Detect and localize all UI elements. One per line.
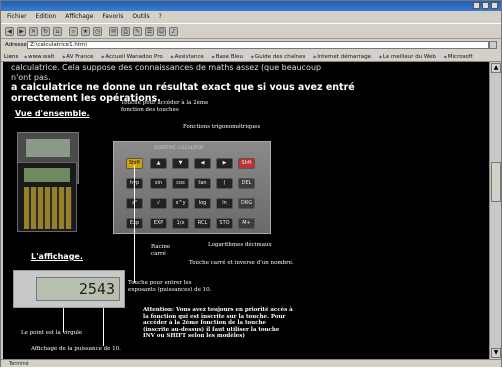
edit-icon[interactable]: ✎	[133, 27, 142, 36]
link-item[interactable]: Assistance	[170, 54, 203, 60]
connector-line	[134, 165, 135, 283]
key-tan: tan	[194, 178, 211, 189]
calculator-display-photo: 2543	[13, 270, 125, 308]
vertical-scrollbar[interactable]: ▲ ▼	[489, 62, 501, 359]
address-label: Adresse	[5, 42, 27, 48]
toolbar: ◀ ▶ ✕ ↻ ⌂ ⌕ ★ ◷ ✉ ⎙ ✎ ☰ ☺ ♪	[1, 23, 501, 39]
annotation-square: Touche carré et inverse d'un nombre.	[189, 260, 294, 266]
favorites-icon[interactable]: ★	[81, 27, 90, 36]
key-down: ▼	[172, 158, 189, 169]
annotation-log: Logarithmes décimaux	[208, 242, 272, 248]
key-mplus: M+	[238, 218, 255, 229]
key-drg: DRG	[238, 198, 255, 209]
messenger-icon[interactable]: ☺	[157, 27, 166, 36]
forward-icon[interactable]: ▶	[17, 27, 26, 36]
link-item[interactable]: Accueil Wanadoo Pro	[101, 54, 162, 60]
key-right: ▶	[216, 158, 233, 169]
menu-help[interactable]: ?	[159, 13, 162, 20]
search-icon[interactable]: ⌕	[69, 27, 78, 36]
menu-favoris[interactable]: Favoris	[102, 13, 123, 20]
refresh-icon[interactable]: ↻	[41, 27, 50, 36]
intro-text: calculatrice. Cela suppose des connaissa…	[11, 63, 322, 72]
mail-icon[interactable]: ✉	[109, 27, 118, 36]
annotation-trig: Fonctions trigonométriques	[183, 124, 261, 130]
link-item[interactable]: AV France	[62, 54, 93, 60]
discuss-icon[interactable]: ☰	[145, 27, 154, 36]
back-icon[interactable]: ◀	[5, 27, 14, 36]
key-del: DEL	[238, 178, 255, 189]
links-label: Liens	[4, 54, 19, 60]
annotation-shift: Touche pour accéder à la 2ème fonction d…	[121, 100, 209, 113]
calculator-brand: SCIENTIFIC CALCULATOR	[154, 145, 204, 150]
key-power: x^y	[172, 198, 189, 209]
address-bar: Adresse Z:\calculatrice1.html	[1, 39, 501, 51]
annotation-attention: Attention: Vous avez toujours en priorit…	[143, 307, 293, 339]
link-item[interactable]: Internet démarrage	[313, 54, 371, 60]
menu-edition[interactable]: Edition	[36, 13, 57, 20]
scroll-up-icon[interactable]: ▲	[491, 63, 501, 73]
annotation-exp: Touche pour entrer les exposants (puissa…	[128, 280, 212, 293]
key-paren: (	[216, 178, 233, 189]
warning-text: a calculatrice ne donne un résultat exac…	[11, 82, 355, 93]
status-bar: Terminé	[1, 359, 501, 367]
annotation-virgule: Le point est la virgule	[21, 330, 83, 336]
calculator-keypad: SCIENTIFIC CALCULATOR Shift ▲ ▼ ◀ ▶ Shft…	[113, 141, 271, 234]
minimize-button[interactable]	[473, 2, 480, 9]
menu-fichier[interactable]: Fichier	[7, 13, 27, 20]
vue-ensemble-heading: Vue d'ensemble.	[15, 109, 90, 118]
key-cos: cos	[172, 178, 189, 189]
connector-line	[103, 308, 104, 346]
affichage-heading: L'affichage.	[31, 252, 83, 261]
calculator-photo	[17, 162, 77, 232]
annotation-sqrt: Racine carré	[151, 244, 171, 257]
link-item[interactable]: Base Bleu	[212, 54, 243, 60]
link-item[interactable]: Guide des chaînes	[251, 54, 306, 60]
link-item[interactable]: Le meilleur du Web	[379, 54, 436, 60]
key-rcl: RCL	[194, 218, 211, 229]
key-sqrt: √	[150, 198, 167, 209]
key-mode: Shft	[238, 158, 255, 169]
intro-text: n'ont pas.	[11, 73, 51, 82]
home-icon[interactable]: ⌂	[53, 27, 62, 36]
menu-affichage[interactable]: Affichage	[65, 13, 93, 20]
scroll-down-icon[interactable]: ▼	[491, 348, 501, 358]
address-dropdown-icon[interactable]	[489, 41, 497, 49]
print-icon[interactable]: ⎙	[121, 27, 130, 36]
menu-outils[interactable]: Outils	[132, 13, 149, 20]
maximize-button[interactable]	[482, 2, 489, 9]
key-exp: EXP	[150, 218, 167, 229]
key-log: log	[194, 198, 211, 209]
media-icon[interactable]: ♪	[169, 27, 178, 36]
key-sto: STO	[216, 218, 233, 229]
page-content: calculatrice. Cela suppose des connaissa…	[3, 62, 489, 359]
link-item[interactable]: Microsoft	[444, 54, 473, 60]
title-bar	[1, 1, 501, 11]
scroll-thumb[interactable]	[491, 162, 501, 202]
menu-bar: Fichier Edition Affichage Favoris Outils…	[1, 11, 501, 23]
key-up: ▲	[150, 158, 167, 169]
close-button[interactable]	[491, 2, 498, 9]
key-sin: sin	[150, 178, 167, 189]
history-icon[interactable]: ◷	[93, 27, 102, 36]
key-left: ◀	[194, 158, 211, 169]
address-input[interactable]: Z:\calculatrice1.html	[27, 41, 489, 49]
stop-icon[interactable]: ✕	[29, 27, 38, 36]
link-item[interactable]: www.walt	[24, 54, 54, 60]
key-ln: ln	[216, 198, 233, 209]
display-value: 2543	[36, 277, 120, 301]
key-inverse: 1/x	[172, 218, 189, 229]
links-bar: Liens www.walt AV France Accueil Wanadoo…	[1, 51, 501, 62]
connector-line	[63, 308, 64, 332]
annotation-puissance: Affichage de la puissance de 10.	[31, 346, 121, 352]
browser-window: Fichier Edition Affichage Favoris Outils…	[0, 0, 502, 367]
